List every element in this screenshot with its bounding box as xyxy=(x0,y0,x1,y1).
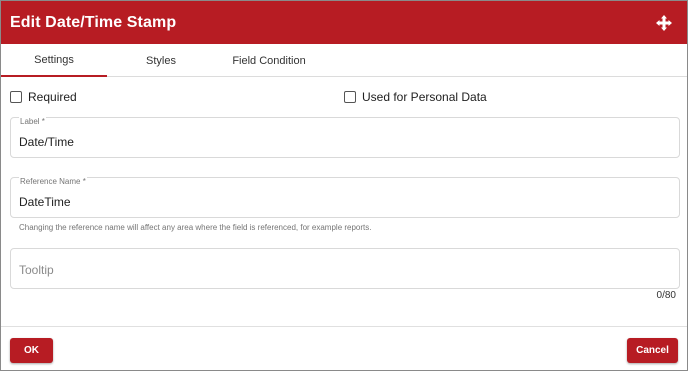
tab-field-condition[interactable]: Field Condition xyxy=(216,44,322,77)
dialog-title: Edit Date/Time Stamp xyxy=(10,13,177,31)
required-checkbox-row[interactable]: Required xyxy=(10,90,77,104)
required-checkbox[interactable] xyxy=(10,91,22,103)
tab-styles[interactable]: Styles xyxy=(108,44,214,77)
required-checkbox-label: Required xyxy=(28,90,77,104)
move-arrows-icon[interactable] xyxy=(655,14,673,32)
personal-data-checkbox-label: Used for Personal Data xyxy=(362,90,487,104)
reference-name-field-label: Reference Name * xyxy=(19,177,87,186)
reference-name-hint: Changing the reference name will affect … xyxy=(19,223,372,232)
tab-bar: Settings Styles Field Condition xyxy=(1,44,687,77)
cancel-button[interactable]: Cancel xyxy=(627,338,678,363)
tooltip-placeholder: Tooltip xyxy=(19,263,54,277)
edit-datetime-stamp-dialog: Edit Date/Time Stamp Settings Styles Fie… xyxy=(0,0,688,371)
personal-data-checkbox-row[interactable]: Used for Personal Data xyxy=(344,90,487,104)
tooltip-character-counter: 0/80 xyxy=(656,290,676,301)
tooltip-field[interactable]: Tooltip xyxy=(10,248,680,289)
reference-name-field[interactable]: Reference Name * DateTime xyxy=(10,177,680,218)
reference-name-field-value[interactable]: DateTime xyxy=(19,195,71,209)
personal-data-checkbox[interactable] xyxy=(344,91,356,103)
label-field[interactable]: Label * Date/Time xyxy=(10,117,680,158)
dialog-header: Edit Date/Time Stamp xyxy=(1,1,687,44)
label-field-label: Label * xyxy=(19,117,46,126)
footer-divider xyxy=(1,326,687,327)
label-field-value[interactable]: Date/Time xyxy=(19,135,74,149)
tab-settings[interactable]: Settings xyxy=(1,44,107,77)
ok-button[interactable]: OK xyxy=(10,338,53,363)
